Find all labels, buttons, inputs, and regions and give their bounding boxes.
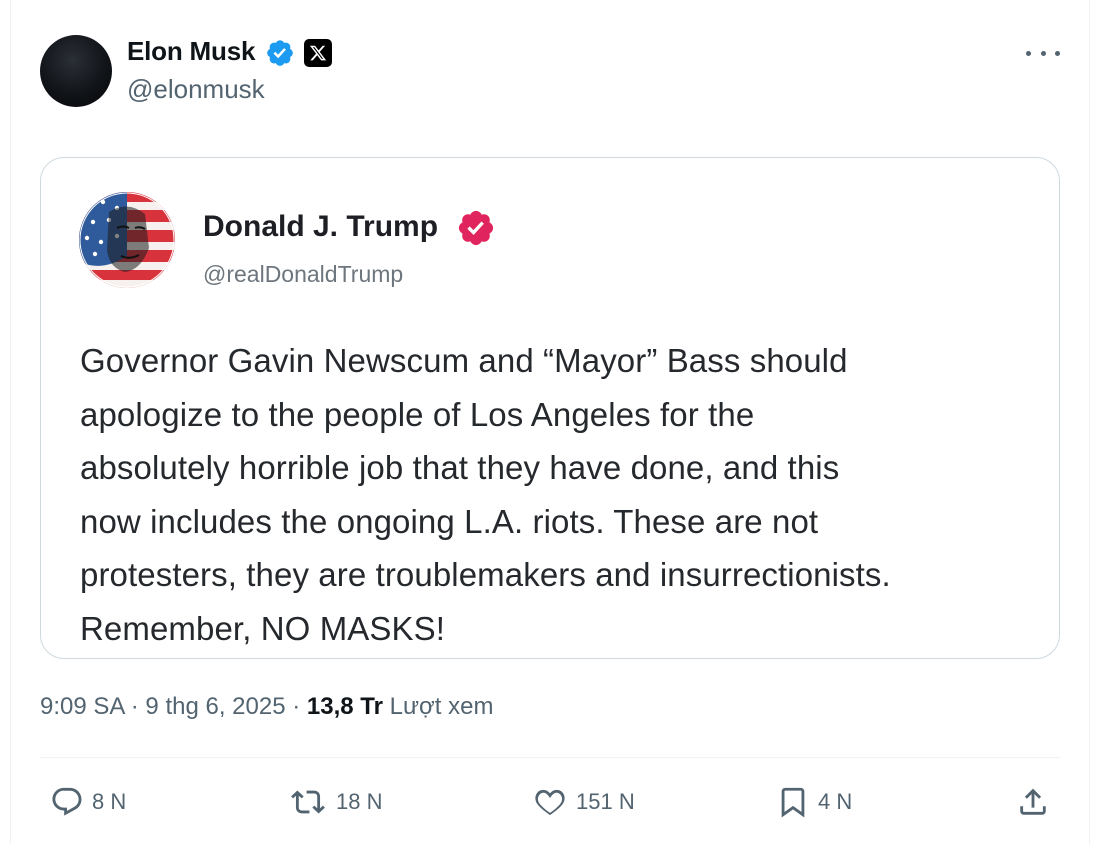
- share-icon: [1020, 788, 1046, 815]
- x-logo-icon: [304, 39, 332, 67]
- post-date[interactable]: 9 thg 6, 2025: [145, 693, 285, 720]
- views-count: 13,8 Tr: [306, 693, 383, 720]
- like-count: 151 N: [576, 789, 635, 814]
- quoted-author-name: Donald J. Trump: [203, 210, 439, 243]
- reply-count: 8 N: [92, 789, 127, 814]
- bookmark-button[interactable]: 4 N: [776, 782, 852, 822]
- quoted-post-text: Governor Gavin Newscum and “Mayor” Bass …: [80, 342, 891, 647]
- share-button[interactable]: [1016, 782, 1050, 822]
- meta-separator: ·: [130, 693, 139, 720]
- author-name[interactable]: Elon Musk: [127, 36, 255, 67]
- post-time[interactable]: 9:09 SA: [40, 693, 124, 720]
- meta-separator: ·: [292, 693, 301, 720]
- more-icon[interactable]: [1026, 40, 1060, 66]
- verified-badge-icon: [267, 40, 293, 66]
- quoted-author-handle: @realDonaldTrump: [203, 261, 404, 287]
- divider: [40, 757, 1060, 758]
- repost-count: 18 N: [336, 789, 383, 814]
- reply-button[interactable]: 8 N: [50, 782, 126, 822]
- author-avatar[interactable]: [40, 35, 112, 107]
- post-meta: 9:09 SA · 9 thg 6, 2025 · 13,8 Tr Lượt x…: [40, 693, 493, 721]
- quoted-author-avatar: [79, 192, 175, 288]
- reply-icon: [52, 787, 82, 816]
- heart-icon: [535, 789, 565, 816]
- like-button[interactable]: 151 N: [532, 782, 635, 822]
- verified-badge-icon: [458, 210, 494, 246]
- repost-icon: [291, 790, 325, 814]
- author-handle[interactable]: @elonmusk: [127, 74, 265, 105]
- views-label: Lượt xem: [389, 693, 494, 720]
- bookmark-count: 4 N: [818, 789, 853, 814]
- repost-button[interactable]: 18 N: [288, 782, 382, 822]
- bookmark-icon: [781, 787, 805, 818]
